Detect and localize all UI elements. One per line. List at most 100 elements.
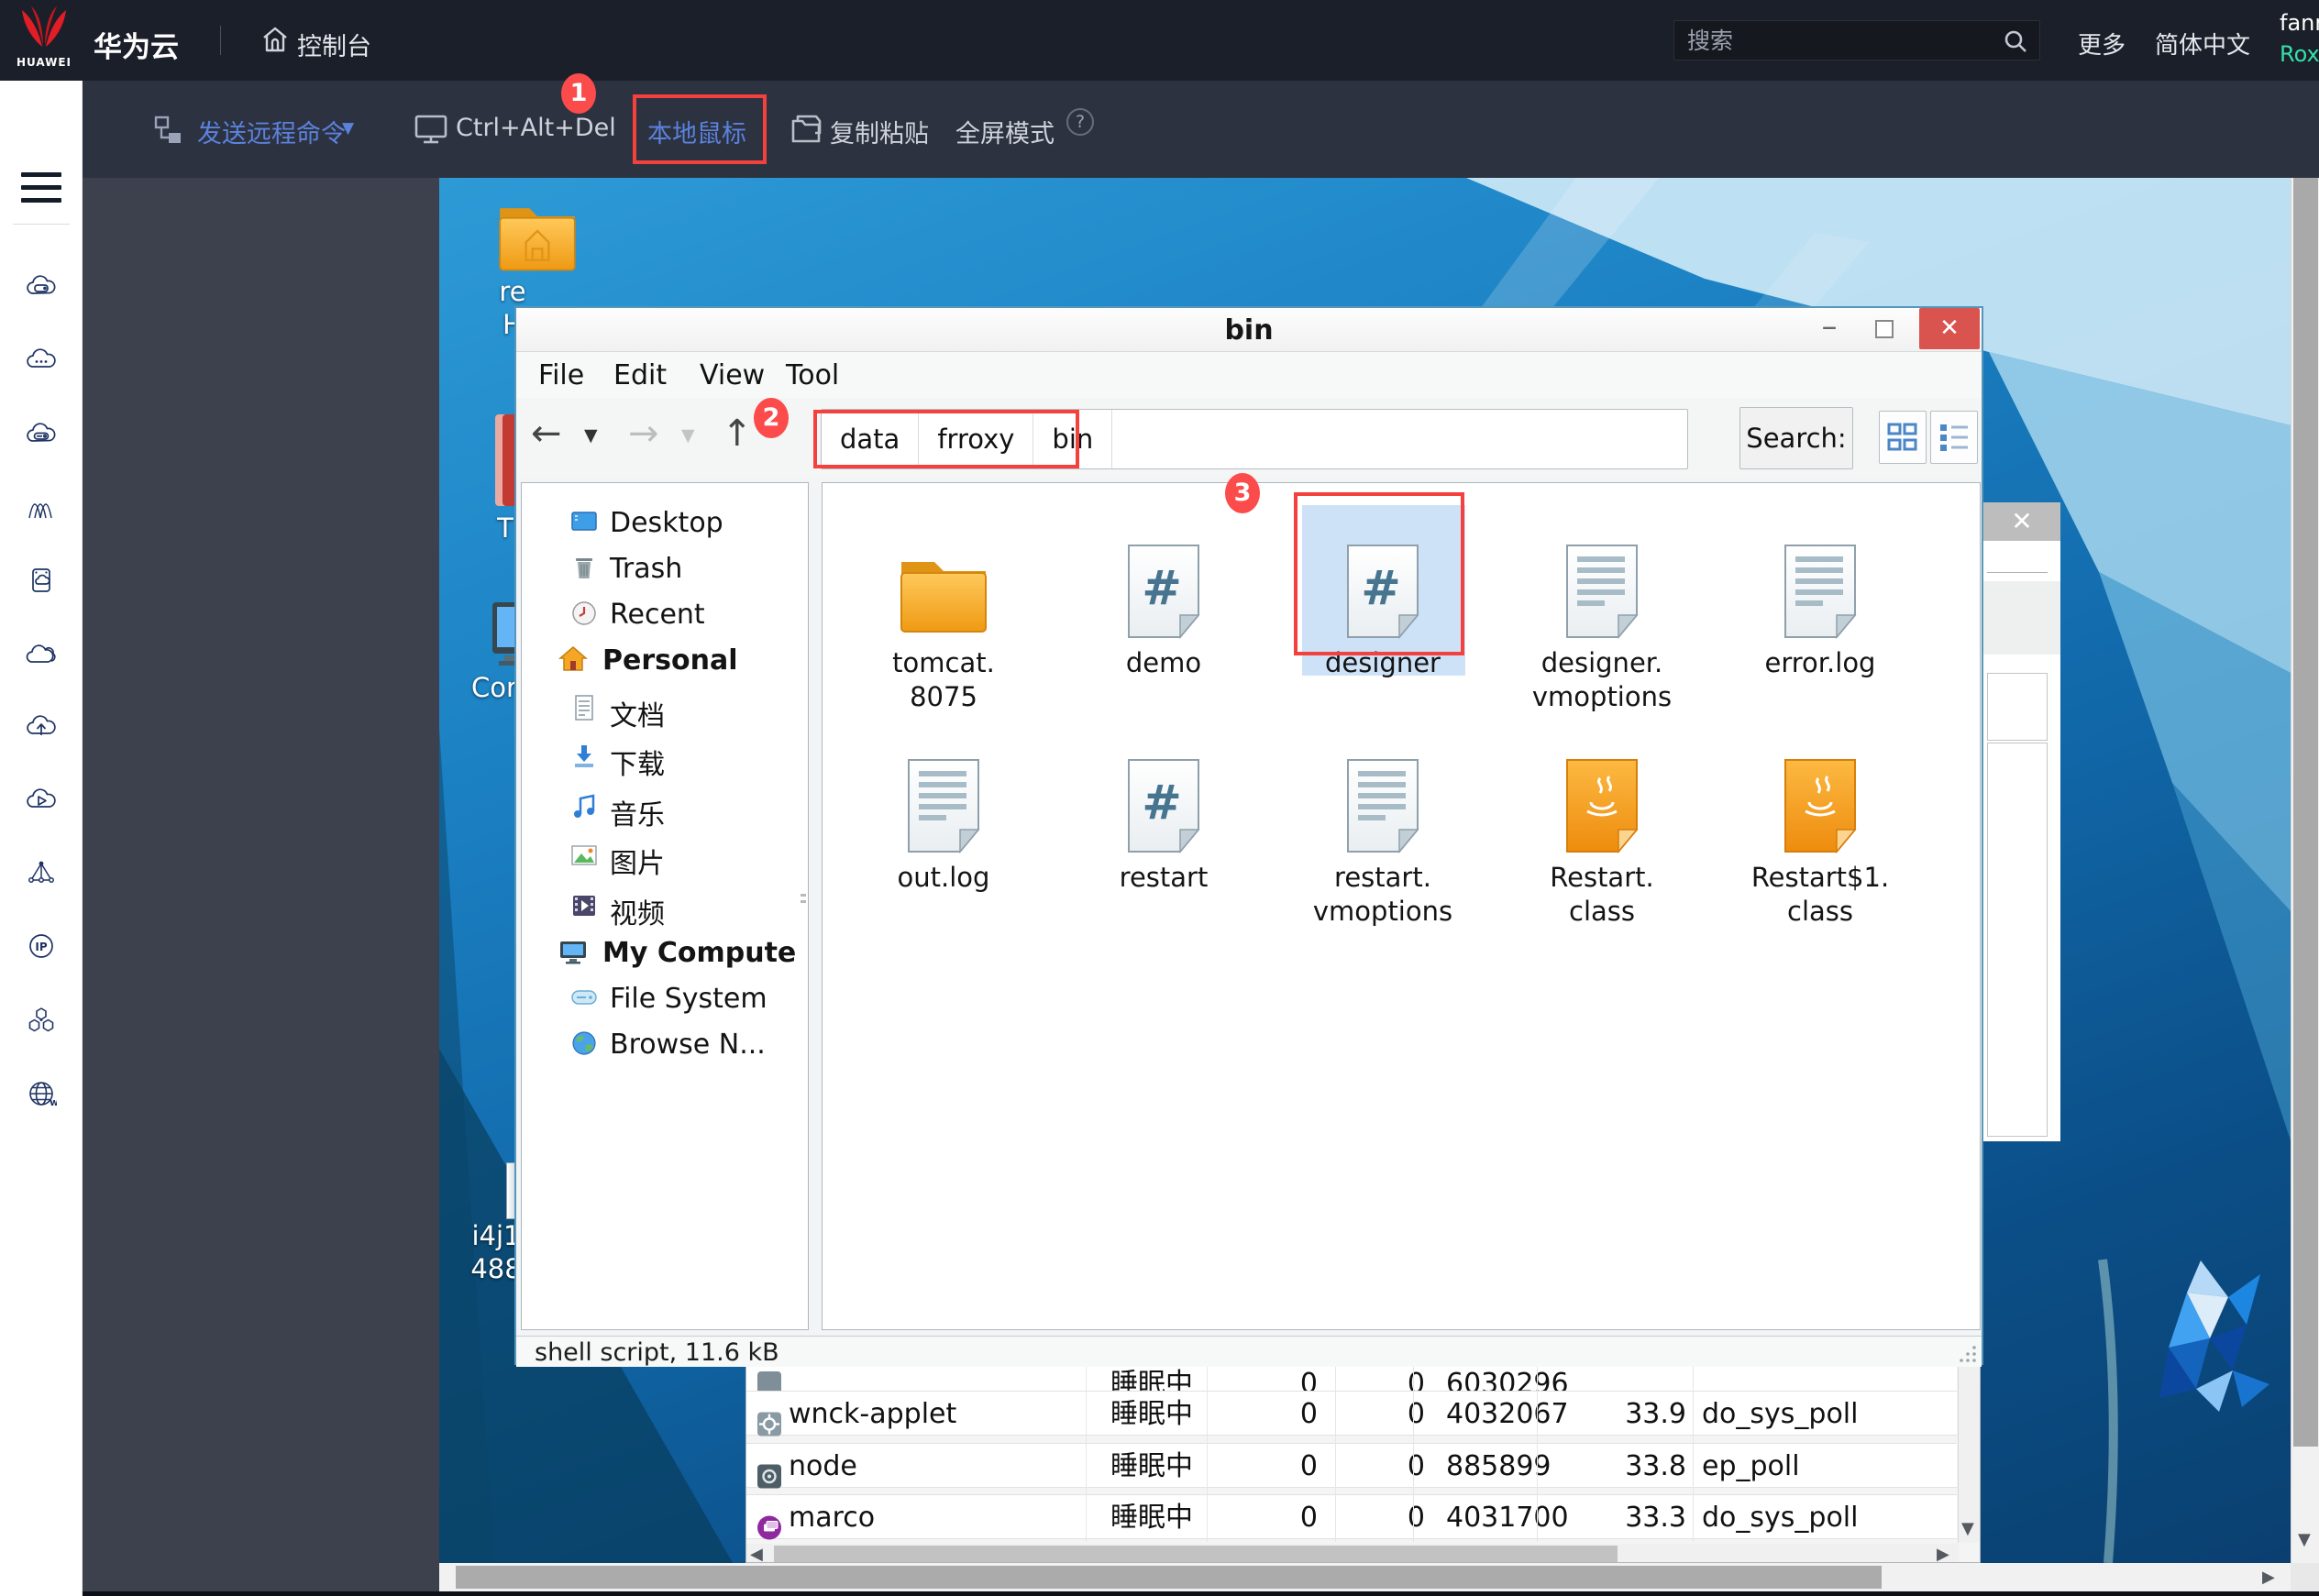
file-item[interactable]: Restart$1. class xyxy=(1728,725,1912,929)
sidebar-resize-handle[interactable] xyxy=(801,900,806,903)
sidebar-item-documents[interactable]: 文档 xyxy=(522,688,808,732)
file-label: restart xyxy=(1072,861,1255,895)
scroll-down-icon[interactable]: ▼ xyxy=(2298,1530,2311,1549)
rail-topology-icon[interactable] xyxy=(26,857,57,888)
process-monitor-window[interactable]: 睡眠中 0 0 6030296 wnck-applet 睡眠中 0 0 4032… xyxy=(745,1342,1981,1563)
icon-view-button[interactable] xyxy=(1879,411,1927,464)
sidebar-item-file-system[interactable]: File System xyxy=(522,977,808,1021)
table-row[interactable]: wnck-applet 睡眠中 0 0 4032067 33.9 MiB do_… xyxy=(746,1391,1957,1436)
rail-cloud-storage-icon[interactable] xyxy=(26,565,57,596)
search-input[interactable] xyxy=(1687,21,1990,60)
table-row[interactable]: marco 睡眠中 0 0 4031700 33.3 MiB do_sys_po… xyxy=(746,1494,1957,1539)
menu-file[interactable]: File xyxy=(538,359,584,391)
panel-box xyxy=(1987,673,2048,741)
table-scrollbar-thumb[interactable] xyxy=(774,1546,1618,1562)
list-view-button[interactable] xyxy=(1930,411,1978,464)
sidebar-item-recent[interactable]: Recent xyxy=(522,593,808,637)
file-item[interactable]: Restart. class xyxy=(1510,725,1694,929)
file-item[interactable]: restart xyxy=(1072,725,1255,895)
process-wakeup: ep_poll xyxy=(1702,1444,1940,1489)
sidebar-item-downloads[interactable]: 下载 xyxy=(522,736,808,780)
resize-grip-icon[interactable] xyxy=(1956,1342,1978,1364)
file-item[interactable]: tomcat. 8075 xyxy=(852,511,1035,714)
viewport-vertical-scrollbar[interactable]: ▼ xyxy=(2291,178,2319,1563)
sidebar-item-personal[interactable]: Personal xyxy=(522,639,808,683)
java-class-icon xyxy=(1562,758,1642,853)
fullscreen-button[interactable]: 全屏模式 xyxy=(955,114,1055,149)
sidebar-resize-handle[interactable] xyxy=(801,894,806,897)
up-icon[interactable]: ↑ xyxy=(722,413,753,455)
search-button[interactable]: Search: xyxy=(1739,407,1853,469)
header-search[interactable] xyxy=(1673,20,2040,61)
menu-bar: File Edit View Tool xyxy=(516,352,1982,398)
back-history-caret-icon[interactable]: ▼ xyxy=(584,425,598,446)
menu-tool[interactable]: Tool xyxy=(786,359,839,391)
close-button[interactable]: ✕ xyxy=(1919,308,1980,349)
rail-cloud-services-icon[interactable] xyxy=(26,346,57,377)
file-item[interactable]: restart. vmoptions xyxy=(1291,725,1474,929)
background-window[interactable]: ✕ xyxy=(1983,502,2060,1141)
table-vertical-scrollbar[interactable]: ▼ xyxy=(1958,1343,1980,1543)
process-icon xyxy=(757,1454,781,1499)
language-link[interactable]: 简体中文 xyxy=(2155,27,2250,61)
console-link[interactable]: 控制台 xyxy=(297,27,371,62)
minimize-icon[interactable]: – xyxy=(1811,308,1848,348)
file-item[interactable]: designer. vmoptions xyxy=(1510,511,1694,714)
sidebar-item-pictures[interactable]: 图片 xyxy=(522,835,808,879)
ctrl-alt-del-button[interactable]: Ctrl+Alt+Del xyxy=(456,114,616,142)
rail-eip-icon[interactable]: IP xyxy=(26,930,57,962)
rail-cloud-upload-icon[interactable] xyxy=(26,711,57,743)
process-cpu: 0 xyxy=(1258,1495,1318,1540)
huawei-logo-text: HUAWEI xyxy=(15,56,73,69)
huawei-logo[interactable]: HUAWEI xyxy=(15,5,73,76)
sidebar-item-trash[interactable]: Trash xyxy=(522,547,808,591)
copy-paste-button[interactable]: 复制粘贴 xyxy=(830,114,929,149)
bin-window[interactable]: bin – ✕ File Edit View Tool ← ▼ → ▼ ↑ da… xyxy=(514,306,1983,1365)
rail-cloud-play-icon[interactable] xyxy=(26,785,57,816)
sidebar-item-videos[interactable]: 视频 xyxy=(522,886,808,930)
user-account[interactable]: fann Rox xyxy=(2280,7,2319,70)
vertical-scrollbar-thumb[interactable] xyxy=(2293,178,2318,1447)
send-command-caret-icon[interactable]: ▼ xyxy=(342,119,354,138)
sidebar-item-my-computer[interactable]: My Compute xyxy=(522,931,808,975)
table-row[interactable]: node 睡眠中 0 0 885899 33.8 MiB ep_poll xyxy=(746,1443,1957,1488)
remote-desktop[interactable]: re H T Cor i4j1 488 睡眠中 0 0 6030296 xyxy=(439,178,2291,1563)
menu-edit[interactable]: Edit xyxy=(613,359,667,391)
rail-ecs-icon[interactable] xyxy=(26,272,57,303)
table-horizontal-scrollbar[interactable]: ◀ ▶ xyxy=(746,1544,1959,1563)
scroll-left-icon[interactable]: ◀ xyxy=(750,1545,763,1563)
rail-web-icon[interactable]: w xyxy=(26,1078,57,1109)
sidebar-item-desktop[interactable]: Desktop xyxy=(522,501,808,545)
copy-paste-icon xyxy=(790,114,823,145)
file-item[interactable]: out.log xyxy=(852,725,1035,895)
sidebar-item-browse-network[interactable]: Browse N... xyxy=(522,1023,808,1067)
send-remote-command-button[interactable]: 发送远程命令 xyxy=(197,114,346,149)
rail-cluster-icon[interactable] xyxy=(26,1004,57,1035)
file-item[interactable]: error.log xyxy=(1728,511,1912,680)
brand-title[interactable]: 华为云 xyxy=(94,24,179,65)
more-link[interactable]: 更多 xyxy=(2078,27,2126,61)
rail-waves-icon[interactable] xyxy=(26,494,57,525)
maximize-icon[interactable] xyxy=(1875,320,1894,338)
search-icon[interactable] xyxy=(2003,28,2028,54)
rail-multi-cloud-icon[interactable] xyxy=(26,639,57,670)
forward-history-caret-icon[interactable]: ▼ xyxy=(681,425,695,446)
desktop-home-folder-icon[interactable] xyxy=(495,202,580,273)
process-disk: 0 xyxy=(1365,1392,1425,1436)
forward-icon[interactable]: → xyxy=(628,413,659,455)
back-icon[interactable]: ← xyxy=(531,413,562,455)
help-icon[interactable]: ? xyxy=(1066,108,1094,136)
scroll-right-icon[interactable]: ▶ xyxy=(2262,1568,2275,1587)
rail-cloud-config-icon[interactable] xyxy=(26,420,57,451)
screen: HUAWEI 华为云 控制台 更多 简体中文 fann Rox 发送远程命令 xyxy=(0,0,2319,1596)
file-item[interactable]: demo xyxy=(1072,511,1255,680)
window-titlebar[interactable]: bin – ✕ xyxy=(516,308,1982,352)
menu-view[interactable]: View xyxy=(700,359,765,391)
sidebar-item-music[interactable]: 音乐 xyxy=(522,787,808,831)
scroll-down-icon[interactable]: ▼ xyxy=(1961,1519,1974,1538)
close-icon[interactable]: ✕ xyxy=(2011,506,2032,536)
scroll-right-icon[interactable]: ▶ xyxy=(1937,1545,1949,1563)
viewport-horizontal-scrollbar[interactable]: ▶ xyxy=(439,1563,2291,1591)
list-view-icon xyxy=(1931,412,1977,463)
horizontal-scrollbar-thumb[interactable] xyxy=(456,1566,1882,1589)
